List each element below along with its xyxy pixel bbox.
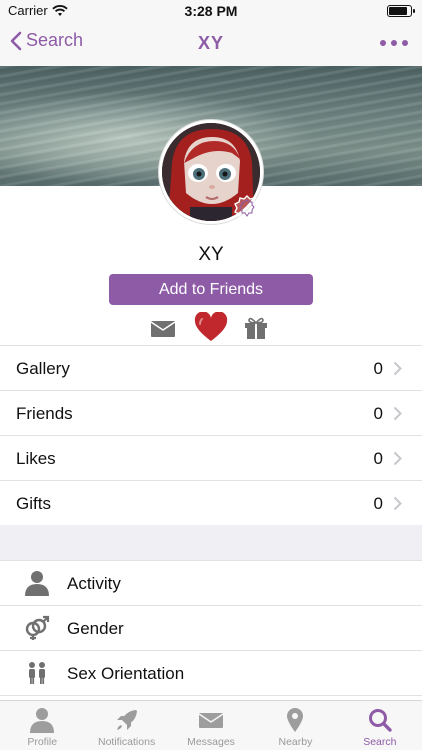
profile-name: XY xyxy=(198,244,224,265)
envelope-icon[interactable] xyxy=(151,321,175,337)
row-label: Sex Orientation xyxy=(67,664,185,683)
status-time: 3:28 PM xyxy=(184,3,238,19)
tab-bar: Profile Notifications Messages Nearby Se… xyxy=(0,700,422,750)
navigation-bar: Search XY xyxy=(0,22,422,66)
row-count: 0 xyxy=(373,404,383,423)
row-label: Gifts xyxy=(16,494,51,513)
status-bar: Carrier 3:28 PM xyxy=(0,0,422,22)
location-pin-icon xyxy=(287,708,304,732)
tab-search[interactable]: Search xyxy=(338,701,422,750)
rocket-icon xyxy=(116,710,137,730)
row-label: Likes xyxy=(16,449,56,468)
list-item-sex-orientation[interactable]: Sex Orientation xyxy=(0,651,422,696)
couple-icon xyxy=(29,662,45,684)
page-title: XY xyxy=(197,33,224,53)
chevron-right-icon xyxy=(393,496,402,511)
envelope-icon xyxy=(198,713,224,728)
tab-label: Messages xyxy=(187,736,235,748)
gift-icon[interactable] xyxy=(244,316,268,340)
profile-stats-list: Gallery 0 Friends 0 Likes 0 Gifts 0 xyxy=(0,345,422,526)
tab-label: Profile xyxy=(27,736,58,748)
row-label: Gallery xyxy=(16,359,70,378)
dot-icon xyxy=(380,40,386,46)
tab-label: Notifications xyxy=(98,736,156,748)
list-item-gender[interactable]: Gender xyxy=(0,606,422,651)
row-count: 0 xyxy=(373,449,383,468)
battery-icon xyxy=(387,5,415,17)
verification-badge-icon xyxy=(234,195,260,223)
gender-icon xyxy=(25,615,50,640)
section-separator xyxy=(0,525,422,561)
list-item-gallery[interactable]: Gallery 0 xyxy=(0,346,422,391)
battery-fill xyxy=(389,7,408,15)
dot-icon xyxy=(402,40,408,46)
row-count: 0 xyxy=(373,494,383,513)
search-icon xyxy=(368,709,392,732)
heart-icon[interactable] xyxy=(194,312,228,342)
add-to-friends-button[interactable]: Add to Friends xyxy=(109,274,313,305)
profile-actions xyxy=(0,312,422,344)
row-label: Gender xyxy=(67,619,124,638)
list-item-gifts[interactable]: Gifts 0 xyxy=(0,481,422,526)
list-item-activity[interactable]: Activity xyxy=(0,561,422,606)
person-icon xyxy=(25,571,49,596)
tab-messages[interactable]: Messages xyxy=(169,701,253,750)
tab-nearby[interactable]: Nearby xyxy=(253,701,337,750)
more-options-button[interactable] xyxy=(380,40,408,46)
row-label: Friends xyxy=(16,404,73,423)
chevron-right-icon xyxy=(393,361,402,376)
row-count: 0 xyxy=(373,359,383,378)
tab-notifications[interactable]: Notifications xyxy=(84,701,168,750)
list-item-likes[interactable]: Likes 0 xyxy=(0,436,422,481)
tab-label: Nearby xyxy=(278,736,313,748)
dot-icon xyxy=(391,40,397,46)
person-icon xyxy=(30,708,55,733)
list-item-friends[interactable]: Friends 0 xyxy=(0,391,422,436)
row-label: Activity xyxy=(67,574,121,593)
chevron-right-icon xyxy=(393,451,402,466)
chevron-right-icon xyxy=(393,406,402,421)
profile-info-list: Activity Gender Sex Orientation xyxy=(0,561,422,696)
tab-label: Search xyxy=(363,736,397,748)
tab-profile[interactable]: Profile xyxy=(0,701,84,750)
